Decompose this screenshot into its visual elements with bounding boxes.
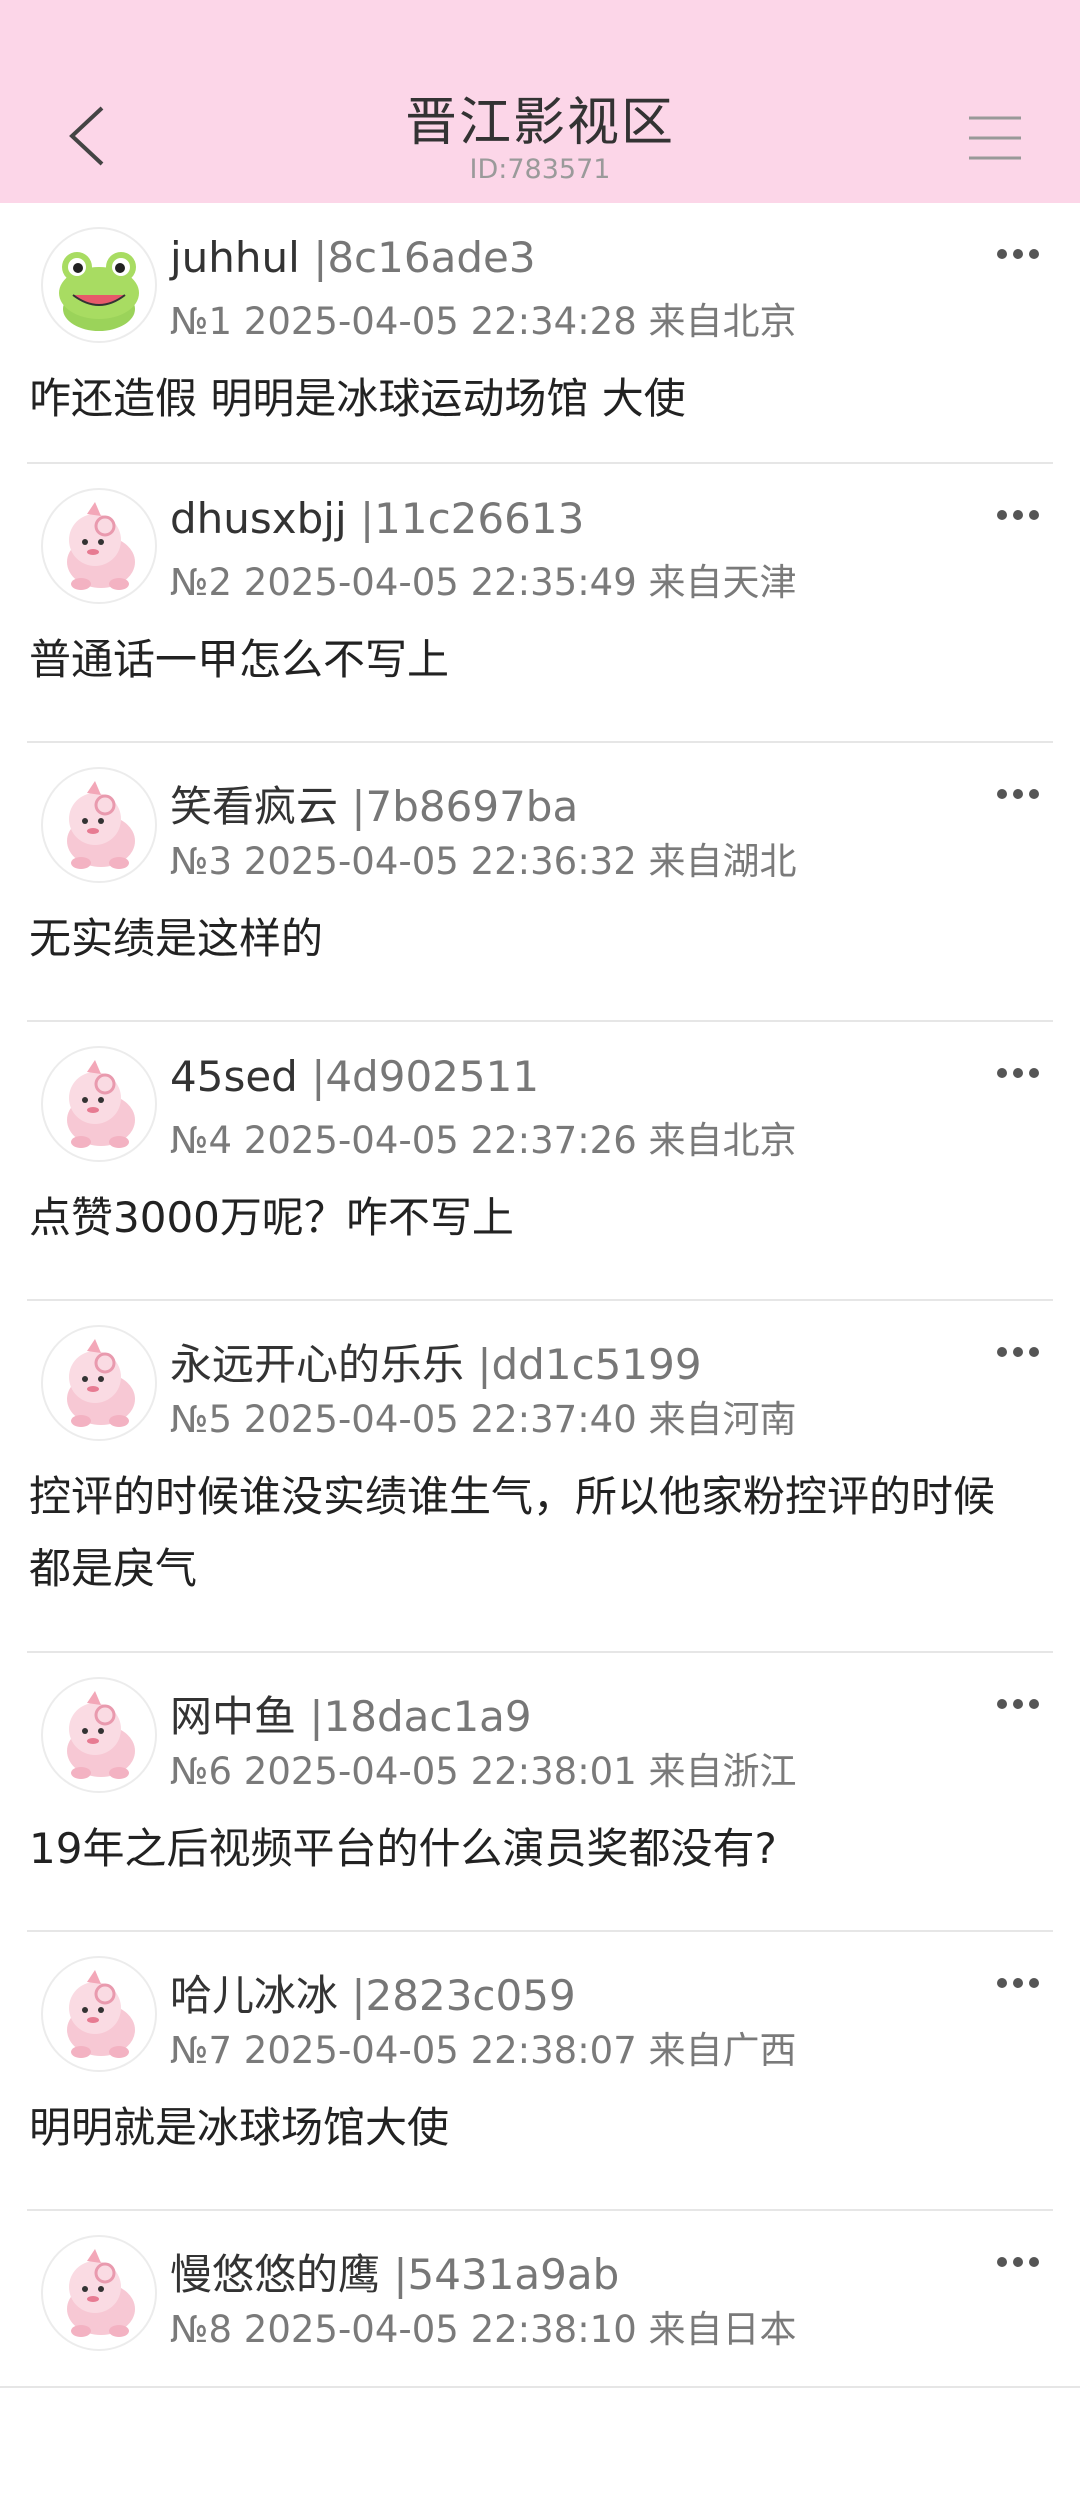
- top-bar: 晋江影视区 ID:783571: [0, 0, 1080, 203]
- page-title: 晋江影视区: [404, 93, 675, 153]
- author-name: 永远开心的乐乐: [170, 1340, 465, 1389]
- post-content: 普通话一甲怎么不写上: [29, 635, 450, 684]
- more-options-button[interactable]: [988, 1337, 1048, 1367]
- author-uid: |11c26613: [360, 494, 585, 543]
- author-name: 哈儿冰冰: [170, 1971, 339, 2020]
- post-meta: №6 2025-04-05 22:38:01 来自浙江: [170, 1750, 797, 1793]
- post-content: 明明就是冰球场馆大使: [29, 2103, 450, 2152]
- post-author[interactable]: juhhul |8c16ade3: [170, 233, 536, 282]
- post-meta: №1 2025-04-05 22:34:28 来自北京: [170, 300, 797, 343]
- hamburger-menu-icon: [969, 116, 1021, 160]
- author-uid: |5431a9ab: [393, 2250, 620, 2299]
- post-author[interactable]: dhusxbjj |11c26613: [170, 494, 584, 543]
- pig-avatar-icon[interactable]: [41, 1677, 157, 1793]
- more-dots-icon: [997, 249, 1039, 259]
- post-item: 45sed |4d902511 №4 2025-04-05 22:37:26 来…: [27, 1022, 1053, 1301]
- post-meta: №4 2025-04-05 22:37:26 来自北京: [170, 1119, 797, 1162]
- pig-avatar-icon[interactable]: [41, 1956, 157, 2072]
- post-author[interactable]: 永远开心的乐乐 |dd1c5199: [170, 1331, 702, 1392]
- more-dots-icon: [997, 1347, 1039, 1357]
- more-options-button[interactable]: [988, 1968, 1048, 1998]
- post-meta: №5 2025-04-05 22:37:40 来自河南: [170, 1398, 797, 1441]
- author-uid: |18dac1a9: [309, 1692, 532, 1741]
- more-dots-icon: [997, 1978, 1039, 1988]
- post-item: 笑看疯云 |7b8697ba №3 2025-04-05 22:36:32 来自…: [27, 743, 1053, 1022]
- post-content: 控评的时候谁没实绩谁生气，所以他家粉控评的时候都是戾气: [29, 1472, 996, 1593]
- post-content: 19年之后视频平台的什么演员奖都没有?: [29, 1824, 777, 1873]
- post-list: juhhul |8c16ade3 №1 2025-04-05 22:34:28 …: [0, 203, 1080, 2383]
- post-meta: №7 2025-04-05 22:38:07 来自广西: [170, 2029, 797, 2072]
- more-dots-icon: [997, 510, 1039, 520]
- frog-avatar-icon[interactable]: [41, 227, 157, 343]
- pig-avatar-icon[interactable]: [41, 1046, 157, 1162]
- author-name: 慢悠悠的鹰: [170, 2250, 381, 2299]
- post-item: juhhul |8c16ade3 №1 2025-04-05 22:34:28 …: [27, 203, 1053, 464]
- post-author[interactable]: 网中鱼 |18dac1a9: [170, 1683, 532, 1744]
- more-options-button[interactable]: [988, 1689, 1048, 1719]
- post-content: 点赞3000万呢？咋不写上: [29, 1193, 514, 1242]
- author-uid: |8c16ade3: [313, 233, 536, 282]
- post-item: 哈儿冰冰 |2823c059 №7 2025-04-05 22:38:07 来自…: [27, 1932, 1053, 2211]
- author-uid: |4d902511: [311, 1052, 540, 1101]
- author-name: 45sed: [170, 1052, 298, 1101]
- bottom-divider: [0, 2386, 1080, 2388]
- post-author[interactable]: 慢悠悠的鹰 |5431a9ab: [170, 2241, 619, 2302]
- post-author[interactable]: 45sed |4d902511: [170, 1052, 539, 1101]
- post-meta: №8 2025-04-05 22:38:10 来自日本: [170, 2308, 797, 2351]
- more-options-button[interactable]: [988, 1058, 1048, 1088]
- pig-avatar-icon[interactable]: [41, 767, 157, 883]
- more-dots-icon: [997, 1699, 1039, 1709]
- author-uid: |dd1c5199: [477, 1340, 702, 1389]
- author-name: juhhul: [170, 233, 300, 282]
- more-dots-icon: [997, 789, 1039, 799]
- author-name: 笑看疯云: [170, 782, 339, 831]
- more-options-button[interactable]: [988, 239, 1048, 269]
- post-item: dhusxbjj |11c26613 №2 2025-04-05 22:35:4…: [27, 464, 1053, 743]
- post-content: 无实绩是这样的: [29, 914, 324, 963]
- post-item: 永远开心的乐乐 |dd1c5199 №5 2025-04-05 22:37:40…: [27, 1301, 1053, 1653]
- post-author[interactable]: 哈儿冰冰 |2823c059: [170, 1962, 576, 2023]
- post-author[interactable]: 笑看疯云 |7b8697ba: [170, 773, 578, 834]
- post-item: 慢悠悠的鹰 |5431a9ab №8 2025-04-05 22:38:10 来…: [27, 2211, 1053, 2383]
- more-options-button[interactable]: [988, 779, 1048, 809]
- author-name: 网中鱼: [170, 1692, 297, 1741]
- post-meta: №3 2025-04-05 22:36:32 来自湖北: [170, 840, 797, 883]
- author-name: dhusxbjj: [170, 494, 347, 543]
- post-item: 网中鱼 |18dac1a9 №6 2025-04-05 22:38:01 来自浙…: [27, 1653, 1053, 1932]
- more-options-button[interactable]: [988, 2247, 1048, 2277]
- pig-avatar-icon[interactable]: [41, 1325, 157, 1441]
- more-dots-icon: [997, 1068, 1039, 1078]
- author-uid: |7b8697ba: [351, 782, 579, 831]
- author-uid: |2823c059: [351, 1971, 576, 2020]
- post-content: 咋还造假 明明是冰球运动场馆 大使: [29, 374, 686, 423]
- more-options-button[interactable]: [988, 500, 1048, 530]
- more-dots-icon: [997, 2257, 1039, 2267]
- menu-button[interactable]: [965, 110, 1025, 170]
- board-id: ID:783571: [469, 154, 611, 185]
- post-meta: №2 2025-04-05 22:35:49 来自天津: [170, 561, 797, 604]
- pig-avatar-icon[interactable]: [41, 488, 157, 604]
- pig-avatar-icon[interactable]: [41, 2235, 157, 2351]
